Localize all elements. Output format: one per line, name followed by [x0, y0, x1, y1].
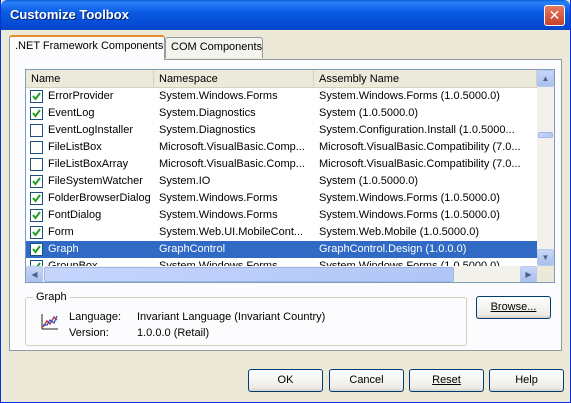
language-value: Invariant Language (Invariant Country) [137, 311, 326, 323]
vertical-scrollbar[interactable]: ▲ ▼ [537, 70, 554, 266]
cell-assembly: Microsoft.VisualBasic.Compatibility (7.0… [319, 158, 521, 170]
cell-assembly: GraphControl.Design (1.0.0.0) [319, 243, 467, 255]
component-checkbox[interactable] [30, 158, 43, 171]
cell-namespace: System.Windows.Forms [159, 209, 278, 221]
tab-dotnet-framework-components[interactable]: .NET Framework Components [9, 35, 165, 60]
horizontal-scrollbar[interactable]: ◀ ▶ [26, 266, 537, 282]
cell-assembly: System.Windows.Forms (1.0.5000.0) [319, 209, 500, 221]
cell-assembly: System (1.0.5000.0) [319, 107, 419, 119]
cell-assembly: System.Web.Mobile (1.0.5000.0) [319, 226, 479, 238]
list-header: Name Namespace Assembly Name [26, 70, 537, 88]
component-info-group: Graph Language: Invariant Language (Inva… [25, 291, 467, 346]
horizontal-scroll-thumb[interactable] [44, 267, 454, 282]
cell-name: EventLogInstaller [48, 124, 133, 136]
language-label: Language: [69, 311, 121, 323]
list-item[interactable]: FontDialog System.Windows.Forms System.Win… [26, 207, 537, 224]
cell-name: FileListBox [48, 141, 102, 153]
cell-namespace: System.Diagnostics [159, 107, 256, 119]
title-bar[interactable]: Customize Toolbox ✕ [1, 0, 570, 30]
dialog-title: Customize Toolbox [10, 7, 129, 22]
component-checkbox[interactable] [30, 124, 43, 137]
cell-namespace: System.Windows.Forms [159, 192, 278, 204]
cell-namespace: System.Web.UI.MobileCont... [159, 226, 304, 238]
component-checkbox[interactable] [30, 226, 43, 239]
ok-button[interactable]: OK [248, 369, 323, 392]
list-item[interactable]: ErrorProvider System.Windows.Forms System.… [26, 88, 537, 105]
list-item[interactable]: FileSystemWatcher System.IO System (1.0.50… [26, 173, 537, 190]
component-checkbox[interactable] [30, 90, 43, 103]
component-checkbox[interactable] [30, 107, 43, 120]
cell-name: FileListBoxArray [48, 158, 129, 170]
cell-name: Form [48, 226, 74, 238]
cell-namespace: System.IO [159, 175, 211, 187]
list-item[interactable]: Form System.Web.UI.MobileCont... System.We… [26, 224, 537, 241]
cell-namespace: Microsoft.VisualBasic.Comp... [159, 141, 305, 153]
customize-toolbox-dialog: Customize Toolbox ✕ .NET Framework Compo… [0, 0, 571, 403]
list-item[interactable]: GroupBox System.Windows.Forms System.Windo… [26, 258, 537, 266]
column-header-name[interactable]: Name [26, 70, 154, 88]
list-item[interactable]: FileListBox Microsoft.VisualBasic.Comp...… [26, 139, 537, 156]
scroll-down-icon[interactable]: ▼ [537, 249, 554, 266]
component-checkbox[interactable] [30, 243, 43, 256]
scroll-up-icon[interactable]: ▲ [537, 70, 554, 87]
reset-button-label: Reset [432, 374, 461, 386]
close-icon[interactable]: ✕ [544, 5, 565, 26]
tab-com-components[interactable]: COM Components [165, 37, 263, 58]
component-checkbox[interactable] [30, 175, 43, 188]
components-list[interactable]: Name Namespace Assembly Name ErrorProvid… [25, 69, 555, 283]
column-header-assembly-name[interactable]: Assembly Name [314, 70, 537, 88]
browse-button-label: Browse... [490, 301, 537, 313]
tab-panel: Name Namespace Assembly Name ErrorProvid… [9, 59, 562, 351]
vertical-scroll-thumb[interactable] [538, 132, 553, 138]
cell-namespace: System.Diagnostics [159, 124, 256, 136]
list-item[interactable]: FileListBoxArray Microsoft.VisualBasic.Co… [26, 156, 537, 173]
scroll-left-icon[interactable]: ◀ [26, 266, 43, 282]
cell-assembly: System.Configuration.Install (1.0.5000..… [319, 124, 515, 136]
version-label: Version: [69, 327, 109, 339]
component-checkbox[interactable] [30, 141, 43, 154]
graph-control-icon [40, 312, 60, 332]
list-item[interactable]: EventLog System.Diagnostics System (1.0.50… [26, 105, 537, 122]
cell-assembly: Microsoft.VisualBasic.Compatibility (7.0… [319, 141, 521, 153]
scroll-right-icon[interactable]: ▶ [520, 266, 537, 282]
reset-button[interactable]: Reset [409, 369, 484, 392]
list-item[interactable]: FolderBrowserDialog System.Windows.Forms S… [26, 190, 537, 207]
cell-namespace: System.Windows.Forms [159, 90, 278, 102]
cell-assembly: System (1.0.5000.0) [319, 175, 419, 187]
cell-namespace: Microsoft.VisualBasic.Comp... [159, 158, 305, 170]
component-checkbox[interactable] [30, 192, 43, 205]
cell-name: EventLog [48, 107, 95, 119]
group-legend: Graph [33, 291, 70, 303]
cell-name: FontDialog [48, 209, 102, 221]
cell-namespace: GraphControl [159, 243, 226, 255]
browse-button[interactable]: Browse... [476, 296, 551, 319]
version-value: 1.0.0.0 (Retail) [137, 327, 210, 339]
cancel-button[interactable]: Cancel [329, 369, 404, 392]
column-header-namespace[interactable]: Namespace [154, 70, 314, 88]
cell-name: ErrorProvider [48, 90, 114, 102]
cell-name: FileSystemWatcher [48, 175, 143, 187]
cell-name: Graph [48, 243, 79, 255]
cell-name: FolderBrowserDialog [48, 192, 151, 204]
cell-assembly: System.Windows.Forms (1.0.5000.0) [319, 192, 500, 204]
component-checkbox[interactable] [30, 209, 43, 222]
list-rows: ErrorProvider System.Windows.Forms System.… [26, 88, 537, 266]
list-item[interactable]: EventLogInstaller System.Diagnostics Syste… [26, 122, 537, 139]
scrollbar-corner [537, 266, 554, 282]
help-button[interactable]: Help [489, 369, 564, 392]
cell-assembly: System.Windows.Forms (1.0.5000.0) [319, 90, 500, 102]
list-item[interactable]: Graph GraphControl GraphControl.Design (1.… [26, 241, 537, 258]
